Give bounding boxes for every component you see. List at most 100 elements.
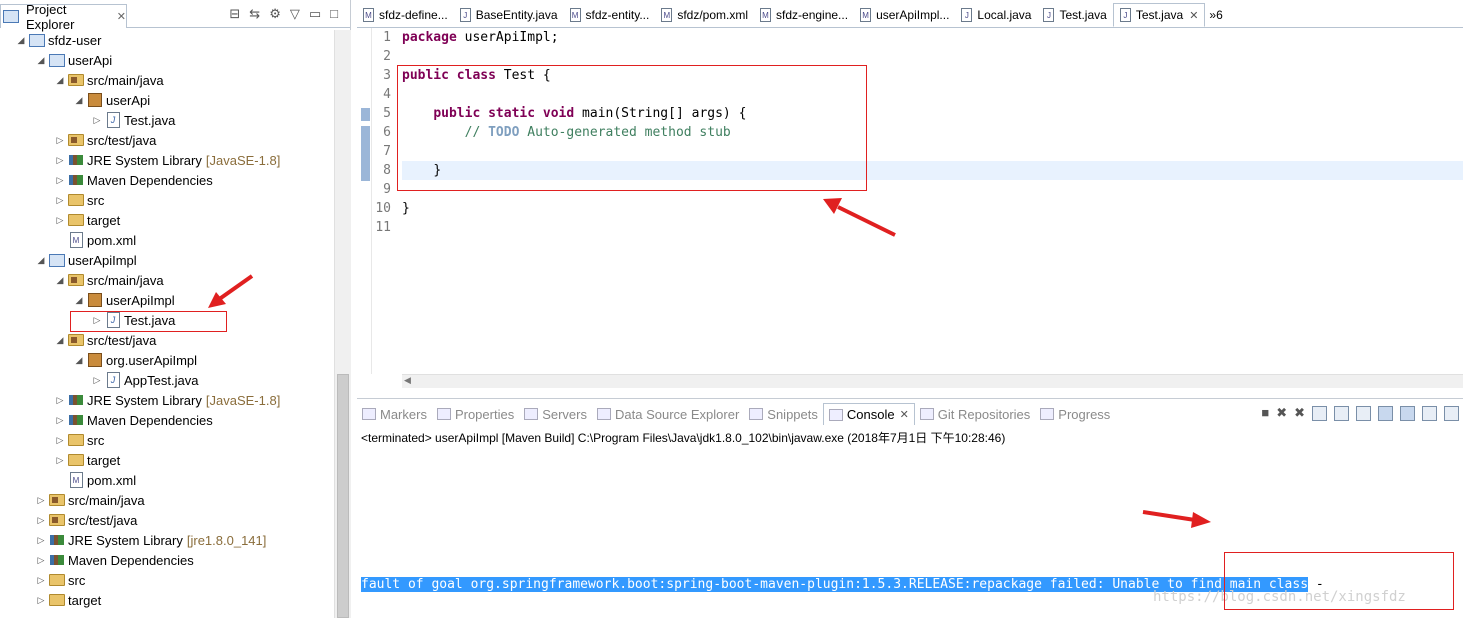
panel-tab[interactable]: Markers [357,403,432,425]
tree-item[interactable]: ▷ Test.java [92,110,176,130]
panel-tab[interactable]: Console ✕ [822,403,915,425]
show-on-error-icon[interactable] [1400,405,1415,421]
more-tabs-button[interactable]: »6 [1205,3,1226,27]
tree-item[interactable]: ◢ src/main/java [55,70,164,90]
collapsed-arrow-icon[interactable]: ▷ [55,415,65,426]
word-wrap-icon[interactable] [1356,405,1371,421]
link-with-editor-icon[interactable]: ⇆ [249,7,260,21]
editor-tab[interactable]: J Test.java [1037,3,1112,27]
tree-item[interactable]: ▷ src [36,570,86,590]
collapsed-arrow-icon[interactable]: ▷ [55,215,65,226]
editor-tab[interactable]: J Test.java ✕ [1112,3,1206,27]
collapsed-arrow-icon[interactable]: ▷ [55,195,65,206]
tree-item[interactable]: ▷ src/test/java [55,130,157,150]
tree-item[interactable]: ▷ target [55,450,121,470]
collapsed-arrow-icon[interactable]: ▷ [36,575,46,586]
tree-item[interactable]: ▷ AppTest.java [92,370,199,390]
project-explorer-tab[interactable]: Project Explorer ✕ [0,2,127,32]
collapsed-arrow-icon[interactable]: ▷ [55,435,65,446]
panel-tab[interactable]: Servers [519,403,592,425]
collapsed-arrow-icon[interactable]: ▷ [55,455,65,466]
editor-tab[interactable]: Msfdz-engine... [754,3,854,27]
scrollbar-thumb[interactable] [337,374,349,618]
tree-item[interactable]: ◢ src/main/java [55,270,164,290]
collapsed-arrow-icon[interactable]: ▷ [36,555,46,566]
collapsed-arrow-icon[interactable]: ▷ [92,115,102,126]
tree-item[interactable]: ▷ src/test/java [36,510,138,530]
panel-tab[interactable]: Properties [432,403,519,425]
tree-item[interactable]: ▷ target [36,590,102,610]
tree-item[interactable]: ◢ userApiImpl [74,290,175,310]
tree-item[interactable]: ▷ target [55,210,121,230]
remove-launch-icon[interactable]: ✖ [1276,405,1287,421]
close-icon[interactable]: ✕ [117,10,126,23]
editor-tab[interactable]: Msfdz/pom.xml [655,3,754,27]
collapsed-arrow-icon[interactable]: ▷ [55,155,65,166]
tree-item[interactable]: ▷ Maven Dependencies [55,170,213,190]
tree-item[interactable]: ▷ src [55,190,105,210]
tree-item[interactable]: ▷ Maven Dependencies [55,410,213,430]
terminate-icon[interactable]: ■ [1261,405,1269,421]
tree-item[interactable]: ◢ userApi [74,90,151,110]
tree-item[interactable]: pom.xml [55,470,136,490]
display-console-icon[interactable] [1444,405,1459,421]
tree-item[interactable]: ▷ JRE System Library [JavaSE-1.8] [55,390,281,410]
expanded-arrow-icon[interactable]: ◢ [55,335,65,346]
clear-console-icon[interactable] [1312,405,1327,421]
expanded-arrow-icon[interactable]: ◢ [74,95,84,106]
tree-item[interactable]: ▷ src/main/java [36,490,145,510]
editor-tab[interactable]: Msfdz-entity... [564,3,656,27]
tree-item[interactable]: ◢ sfdz-user [16,30,102,50]
show-on-output-icon[interactable] [1378,405,1393,421]
editor-horizontal-scrollbar[interactable]: ◀ [402,374,1463,388]
expanded-arrow-icon[interactable]: ◢ [55,75,65,86]
tree-item[interactable]: ◢ userApiImpl [36,250,137,270]
tree-item[interactable]: ▷ JRE System Library [jre1.8.0_141] [36,530,267,550]
tree-item[interactable]: ◢ org.userApiImpl [74,350,198,370]
tree-item-label: src/main/java [87,272,164,288]
expanded-arrow-icon[interactable]: ◢ [55,275,65,286]
package-icon [87,352,103,368]
expanded-arrow-icon[interactable]: ◢ [16,35,26,46]
panel-tab[interactable]: Data Source Explorer [592,403,744,425]
tree-item[interactable]: ◢ src/test/java [55,330,157,350]
filter-icon[interactable]: ⚙ [269,7,281,21]
collapsed-arrow-icon[interactable]: ▷ [55,395,65,406]
explorer-scrollbar[interactable] [334,30,351,618]
scroll-left-icon[interactable]: ◀ [404,375,411,386]
panel-tab[interactable]: Git Repositories [915,403,1035,425]
maximize-icon[interactable]: □ [330,7,338,21]
remove-all-terminated-icon[interactable]: ✖ [1294,405,1305,421]
tree-item[interactable]: pom.xml [55,230,136,250]
tree-item[interactable]: ▷ Maven Dependencies [36,550,194,570]
editor-tab[interactable]: MuserApiImpl... [854,3,955,27]
collapsed-arrow-icon[interactable]: ▷ [36,595,46,606]
collapsed-arrow-icon[interactable]: ▷ [36,515,46,526]
close-icon[interactable]: ✕ [900,408,909,421]
collapsed-arrow-icon[interactable]: ▷ [92,375,102,386]
override-marker [361,108,370,121]
tree-item[interactable]: ▷ JRE System Library [JavaSE-1.8] [55,150,281,170]
panel-tab[interactable]: Snippets [744,403,823,425]
collapsed-arrow-icon[interactable]: ▷ [55,135,65,146]
panel-tab[interactable]: Progress [1035,403,1115,425]
pin-console-icon[interactable] [1422,405,1437,421]
tree-item[interactable]: ◢ userApi [36,50,113,70]
collapsed-arrow-icon[interactable]: ▷ [36,495,46,506]
editor-tab[interactable]: J BaseEntity.java [454,3,564,27]
minimize-icon[interactable]: ▭ [309,7,321,21]
tree-item[interactable]: ▷ src [55,430,105,450]
expanded-arrow-icon[interactable]: ◢ [36,55,46,66]
close-icon[interactable]: ✕ [1189,9,1198,22]
editor-tab[interactable]: Msfdz-define... [357,3,454,27]
collapsed-arrow-icon[interactable]: ▷ [36,535,46,546]
expanded-arrow-icon[interactable]: ◢ [74,295,84,306]
scroll-lock-icon[interactable] [1334,405,1349,421]
collapsed-arrow-icon[interactable]: ▷ [55,175,65,186]
view-menu-icon[interactable]: ▽ [290,7,300,21]
editor-tab[interactable]: J Local.java [955,3,1037,27]
tree-item-label: target [87,452,121,468]
expanded-arrow-icon[interactable]: ◢ [36,255,46,266]
collapse-all-icon[interactable]: ⊟ [229,7,240,21]
expanded-arrow-icon[interactable]: ◢ [74,355,84,366]
